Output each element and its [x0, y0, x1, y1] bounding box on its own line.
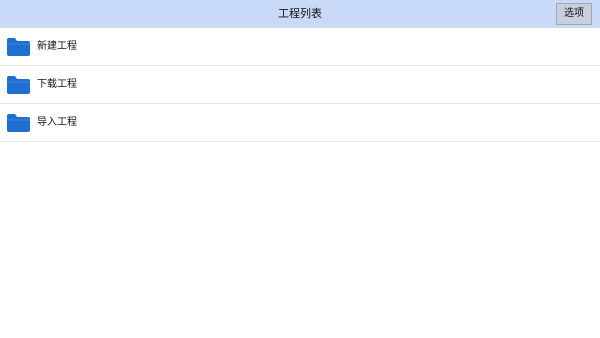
folder-icon [7, 76, 30, 94]
list-item-label: 导入工程 [37, 117, 77, 128]
list-item-new-project[interactable]: 新建工程 [0, 28, 600, 66]
page-title: 工程列表 [278, 7, 322, 20]
list-item-label: 下载工程 [37, 79, 77, 90]
list-item-download-project[interactable]: 下载工程 [0, 66, 600, 104]
list-item-label: 新建工程 [37, 41, 77, 52]
project-list: 新建工程 下载工程 导入工程 [0, 28, 600, 142]
options-button[interactable]: 选项 [556, 3, 592, 25]
project-list-screen: 工程列表 选项 新建工程 下载工程 导入工程 [0, 0, 600, 338]
folder-icon [7, 38, 30, 56]
folder-icon [7, 114, 30, 132]
title-bar: 工程列表 选项 [0, 0, 600, 28]
list-item-import-project[interactable]: 导入工程 [0, 104, 600, 142]
